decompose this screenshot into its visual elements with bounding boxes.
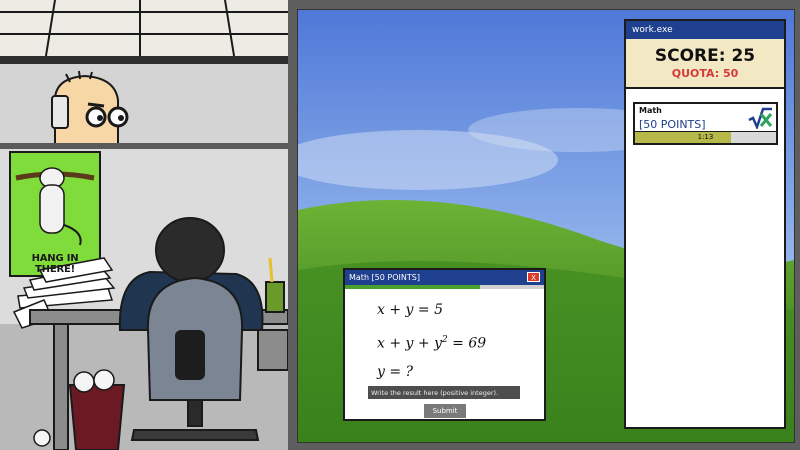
submit-button[interactable]: Submit — [424, 404, 466, 418]
work-exe-titlebar: work.exe — [626, 21, 784, 39]
trash-can — [33, 369, 126, 450]
score-panel: SCORE: 25 QUOTA: 50 — [626, 39, 784, 89]
equation-2: x + y + y2 = 69 — [377, 335, 486, 352]
equation-2-main: x + y + y — [377, 335, 442, 352]
math-dialog-titlebar: Math [50 POINTS] X — [345, 270, 544, 285]
close-button[interactable]: X — [527, 272, 540, 282]
dialog-progress-fill — [345, 285, 481, 289]
task-timer-text: 1:13 — [697, 133, 714, 141]
office-illustration — [0, 0, 288, 450]
task-name: Math — [639, 106, 662, 115]
office-scene: HANG IN THERE! — [0, 0, 288, 450]
task-timer-bar: 1:13 — [635, 131, 776, 143]
equation-1: x + y = 5 — [377, 302, 443, 318]
task-points: [50 POINTS] — [639, 118, 706, 131]
work-exe-window: work.exe SCORE: 25 QUOTA: 50 Math [50 PO… — [624, 19, 786, 429]
answer-input[interactable] — [368, 386, 520, 399]
monitor: work.exe SCORE: 25 QUOTA: 50 Math [50 PO… — [288, 0, 800, 450]
score-label: SCORE: 25 — [654, 46, 756, 66]
math-dialog: Math [50 POINTS] X x + y = 5 x + y + y2 … — [343, 268, 546, 421]
equation-3: y = ? — [377, 364, 414, 380]
equation-2-rhs: = 69 — [447, 335, 487, 352]
desktop-screen: work.exe SCORE: 25 QUOTA: 50 Math [50 PO… — [297, 9, 795, 443]
quota-label: QUOTA: 50 — [671, 67, 739, 80]
square-root-icon — [748, 107, 773, 129]
poster-caption: HANG IN THERE! — [31, 253, 79, 275]
dialog-progress-bar — [345, 285, 544, 289]
math-dialog-title: Math [50 POINTS] — [349, 273, 420, 282]
task-card-math[interactable]: Math [50 POINTS] 1:13 — [633, 102, 778, 145]
